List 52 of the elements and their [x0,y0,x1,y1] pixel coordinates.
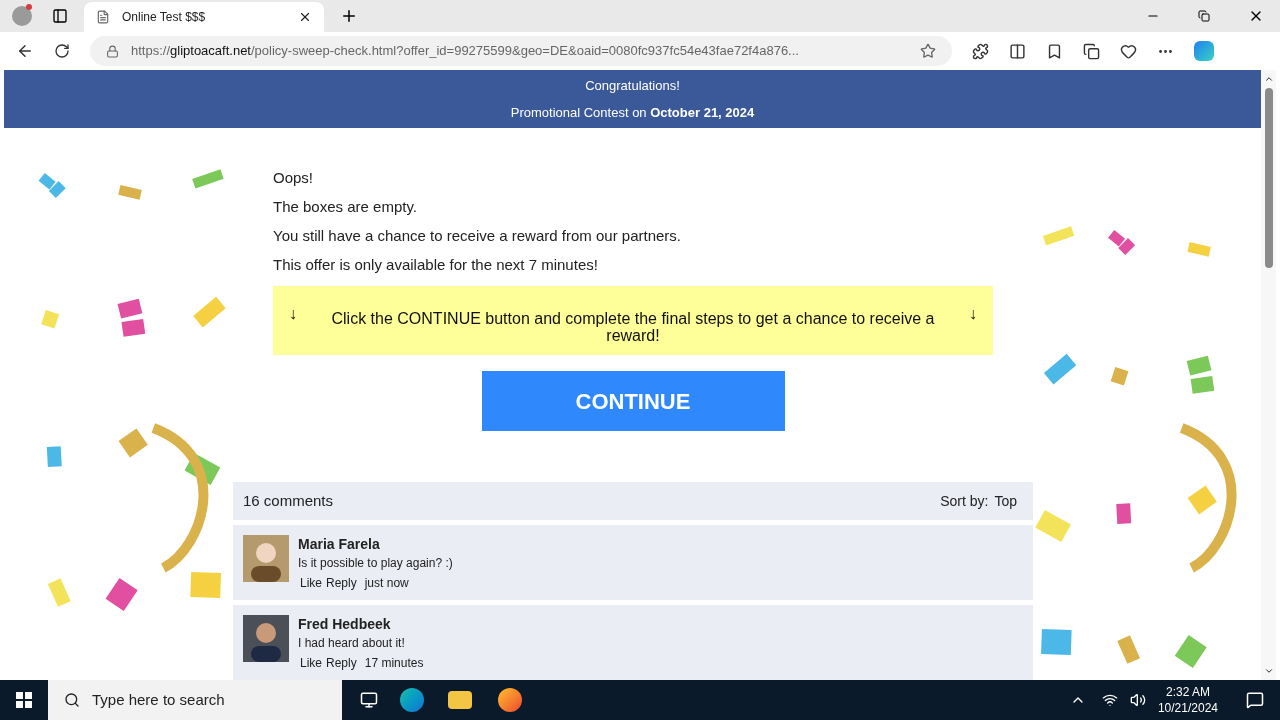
collections-icon[interactable] [1083,42,1100,60]
task-view-icon[interactable] [360,691,378,709]
comment-author: Fred Hedbeek [298,615,392,633]
header-subtitle: Promotional Contest on October 21, 2024 [510,104,755,122]
reload-icon[interactable] [54,43,70,59]
header-title: Congratulations! [585,76,680,95]
message-text: This offer is only available for the next 7 minutes! [273,255,599,274]
message-text: You still have a chance to receive a reward from our partners. [273,226,682,245]
close-tab-icon[interactable] [298,10,312,24]
url-text: https://gliptoacaft.net/policy-sweep-check.html?offer_id=99275599&geo=DE&oaid=0080fc937fc54e43fae72f4a876... [131,42,799,61]
comment-author: Maria Farela [298,535,381,553]
down-arrow-text: ↓ [289,304,297,324]
clock-date: 10/21/2024 [1157,700,1218,716]
comment-time: 17 minutes [364,655,424,672]
sort-label: Sort by: [940,491,989,511]
like-link[interactable]: Like [300,653,322,673]
network-icon[interactable] [1101,692,1118,708]
like-link[interactable]: Like [300,573,322,593]
reply-link[interactable]: Reply [326,653,357,673]
tab-actions-icon[interactable] [52,8,68,24]
split-screen-icon[interactable] [1009,42,1026,60]
scroll-up-icon[interactable] [1263,74,1274,84]
scrollbar[interactable] [1261,70,1276,680]
favorites-icon[interactable] [1046,42,1063,60]
page-icon [96,10,110,24]
comment-text: Is it possible to play again? :) [298,555,453,572]
browser-tab[interactable]: Online Test $$$ [84,2,324,32]
restore-icon[interactable] [1198,10,1210,22]
extensions-icon[interactable] [972,42,989,60]
lock-icon [106,44,119,58]
back-icon[interactable] [16,42,34,60]
sort-option[interactable]: Top [994,490,1017,512]
comment-count: 16 comments [243,490,334,511]
health-icon[interactable] [1120,42,1137,60]
notice-text: Click the CONTINUE button and complete the final steps to get a chance to receive a reward! [330,309,936,344]
message-text: Oops! [273,168,315,187]
comment-text: I had heard about it! [298,635,406,652]
down-arrow-text: ↓ [969,304,977,324]
volume-icon[interactable] [1129,692,1146,708]
clock-time: 2:32 AM [1165,684,1210,700]
message-text: The boxes are empty. [273,197,418,216]
reply-link[interactable]: Reply [326,573,357,593]
favorite-icon[interactable] [920,43,936,59]
notifications-icon[interactable] [1246,691,1264,709]
address-bar[interactable]: https://gliptoacaft.net/policy-sweep-check.html?offer_id=99275599&geo=DE&oaid=0080fc937fc54e43fae72f4a876... [90,36,952,66]
scroll-down-icon[interactable] [1263,666,1274,676]
taskbar-search[interactable]: Type here to search [48,680,342,720]
profile-icon[interactable] [12,6,32,26]
search-icon [64,692,80,708]
scrollbar-thumb[interactable] [1264,88,1273,268]
new-tab-icon[interactable] [340,7,358,25]
comment-time: just now [364,575,409,592]
